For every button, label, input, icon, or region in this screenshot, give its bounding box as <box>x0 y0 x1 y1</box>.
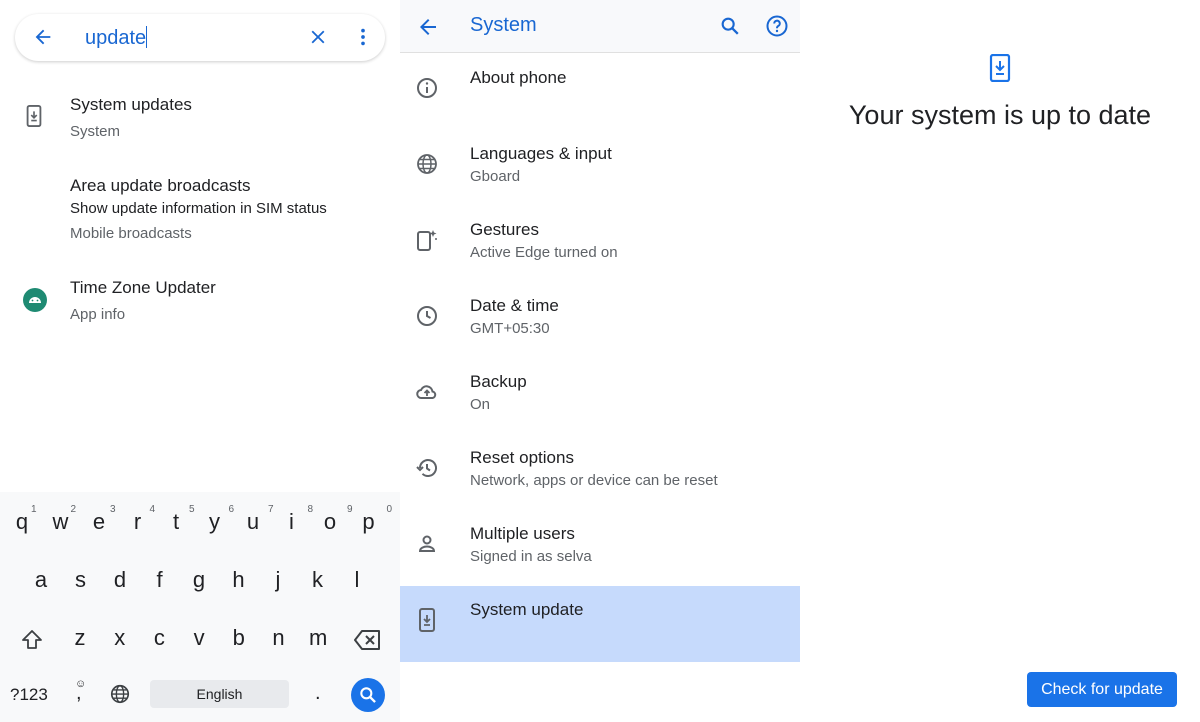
system-update-icon <box>26 105 42 127</box>
key-number-hint: 1 <box>31 504 37 515</box>
result-title: Area update broadcasts <box>70 176 251 195</box>
search-key[interactable] <box>351 678 385 712</box>
history-icon <box>416 459 437 477</box>
key-v[interactable]: v <box>179 625 219 651</box>
key-h[interactable]: h <box>219 567 259 593</box>
key-o[interactable]: o <box>310 509 350 535</box>
item-title: Gestures <box>470 220 539 239</box>
key-g[interactable]: g <box>179 567 219 593</box>
result-subtitle: Mobile broadcasts <box>70 225 192 242</box>
key-number-hint: 4 <box>149 504 156 515</box>
search-icon <box>360 687 376 703</box>
backspace-icon[interactable] <box>354 629 382 651</box>
result-summary: Show update information in SIM status <box>70 200 327 217</box>
page-title: System <box>470 14 537 36</box>
item-subtitle: Active Edge turned on <box>470 244 618 261</box>
key-j[interactable]: j <box>258 567 298 593</box>
clock-icon <box>417 306 437 326</box>
item-title: Date & time <box>470 296 559 315</box>
app-bar: System <box>400 0 800 53</box>
shift-icon[interactable] <box>20 628 44 652</box>
item-title: Backup <box>470 372 527 391</box>
person-icon <box>418 535 436 552</box>
search-panel: update System updates System Area update… <box>0 0 400 722</box>
back-arrow-icon[interactable] <box>416 15 440 39</box>
item-subtitle: Gboard <box>470 168 521 185</box>
key-d[interactable]: d <box>100 567 140 593</box>
symbols-key[interactable]: ?123 <box>10 685 48 705</box>
back-arrow-icon[interactable] <box>32 26 54 48</box>
update-status: Your system is up to date <box>848 100 1152 130</box>
globe-icon[interactable] <box>109 683 131 705</box>
android-icon <box>23 288 47 312</box>
item-title: Multiple users <box>470 524 575 543</box>
key-b[interactable]: b <box>219 625 259 651</box>
result-subtitle: App info <box>70 306 126 323</box>
result-title: System updates <box>70 95 192 114</box>
system-update-panel: Your system is up to date Check for upda… <box>800 0 1200 722</box>
settings-item-about-phone[interactable]: About phone <box>400 54 800 130</box>
search-bar[interactable]: update <box>15 14 385 61</box>
system-settings-panel: System About phone Languages & input Gboar… <box>400 0 800 722</box>
item-title: Languages & input <box>470 144 612 163</box>
search-query: update <box>85 27 147 49</box>
emoji-icon: ☺ <box>75 678 87 690</box>
globe-icon <box>417 154 437 174</box>
key-l[interactable]: l <box>337 567 377 593</box>
item-title: About phone <box>470 68 567 87</box>
item-subtitle: On <box>470 396 491 413</box>
settings-item-date-time[interactable]: Date & time GMT+05:30 <box>400 282 800 358</box>
cloud-backup-icon <box>416 385 437 399</box>
key-c[interactable]: c <box>139 625 179 651</box>
key-number-hint: 2 <box>70 504 77 515</box>
system-update-icon <box>989 54 1011 82</box>
item-subtitle: Network, apps or device can be reset <box>470 472 718 489</box>
check-for-update-button[interactable]: Check for update <box>1027 672 1177 707</box>
search-icon[interactable] <box>719 15 741 37</box>
result-title: Time Zone Updater <box>70 278 216 297</box>
key-k[interactable]: k <box>298 567 338 593</box>
help-icon[interactable] <box>765 14 789 38</box>
settings-item-backup[interactable]: Backup On <box>400 358 800 434</box>
settings-item-gestures[interactable]: Gestures Active Edge turned on <box>400 206 800 282</box>
gestures-icon <box>417 230 437 251</box>
key-z[interactable]: z <box>60 625 100 651</box>
more-options-icon[interactable] <box>352 26 374 48</box>
key-p[interactable]: p <box>349 509 389 535</box>
key-u[interactable]: u <box>233 509 273 535</box>
key-number-hint: 3 <box>110 504 116 515</box>
key-s[interactable]: s <box>61 567 101 593</box>
settings-item-reset-options[interactable]: Reset options Network, apps or device can… <box>400 434 800 510</box>
search-input[interactable]: update <box>85 26 148 50</box>
key-f[interactable]: f <box>140 567 180 593</box>
key-n[interactable]: n <box>259 625 299 651</box>
item-subtitle: Signed in as selva <box>470 548 592 565</box>
key-a[interactable]: a <box>21 567 61 593</box>
clear-icon[interactable] <box>307 26 329 48</box>
keyboard: English ?123 , ☺ . q1w2e3r4t5y6u7i8o9p0a… <box>0 492 400 722</box>
item-title: Reset options <box>470 448 574 467</box>
key-number-hint: 0 <box>386 504 393 515</box>
space-bar[interactable]: English <box>150 680 289 708</box>
result-system-updates[interactable]: System updates System <box>0 88 400 158</box>
settings-item-multiple-users[interactable]: Multiple users Signed in as selva <box>400 510 800 586</box>
item-title: System update <box>470 600 584 619</box>
key-i[interactable]: i <box>272 509 312 535</box>
settings-item-languages-input[interactable]: Languages & input Gboard <box>400 130 800 206</box>
period-key[interactable]: . <box>315 682 321 705</box>
info-icon <box>417 78 437 98</box>
result-area-update-broadcasts[interactable]: Area update broadcasts Show update infor… <box>0 168 400 248</box>
settings-item-system-update[interactable]: System update <box>400 586 800 662</box>
key-x[interactable]: x <box>100 625 140 651</box>
system-update-icon <box>419 608 435 632</box>
result-subtitle: System <box>70 123 121 140</box>
result-time-zone-updater[interactable]: Time Zone Updater App info <box>0 272 400 332</box>
item-subtitle: GMT+05:30 <box>470 320 550 337</box>
key-m[interactable]: m <box>298 625 338 651</box>
